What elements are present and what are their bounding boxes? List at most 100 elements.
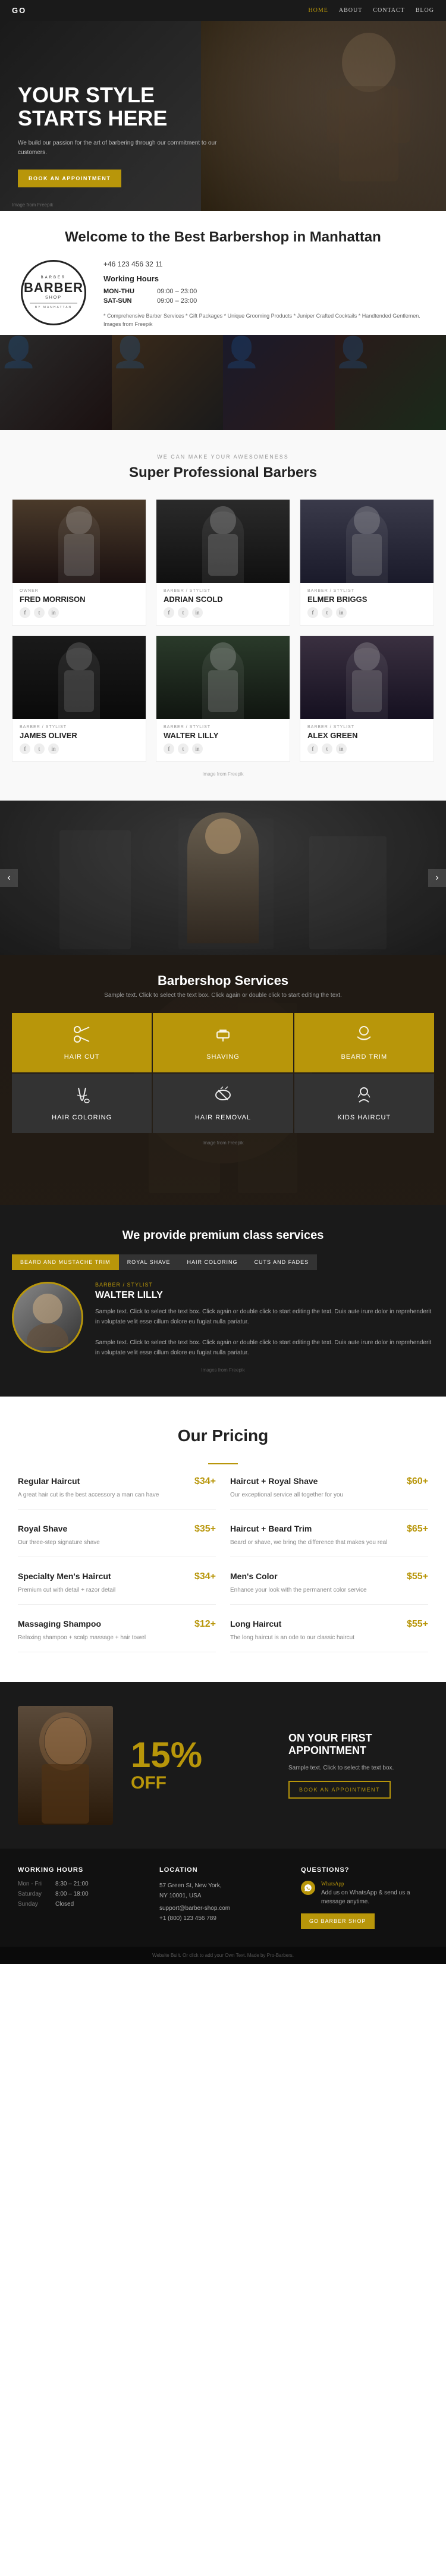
slider-prev-button[interactable]: ‹	[0, 869, 18, 887]
pricing-item-desc-6: Relaxing shampoo + scalp massage + hair …	[18, 1633, 216, 1642]
footer-contact-block: WhatsApp Add us on WhatsApp & send us a …	[301, 1881, 428, 1906]
nav-about[interactable]: About	[339, 7, 362, 14]
premium-tab-3[interactable]: CUTS AND FADES	[246, 1254, 318, 1270]
barber-info-2: BARBER / STYLIST ELMER BRIGGS f t in	[300, 583, 434, 625]
promo-cta-button[interactable]: BOOK AN APPOINTMENT	[288, 1781, 391, 1799]
gallery-item-2: 👤	[112, 335, 224, 430]
pricing-section: Our Pricing Regular Haircut $34+ A great…	[0, 1397, 446, 1682]
slider-person-image	[187, 812, 259, 943]
pricing-item-price-7: $55+	[407, 1619, 428, 1630]
footer-bottom-text: Website Built. Or click to add your Own …	[152, 1953, 294, 1958]
twitter-icon-1[interactable]: t	[178, 607, 189, 618]
facebook-icon-5[interactable]: f	[307, 743, 318, 754]
services-image-credit: Image from Freepik	[12, 1140, 434, 1146]
facebook-icon-4[interactable]: f	[164, 743, 174, 754]
premium-avatar	[12, 1282, 83, 1353]
barber-name-5: ALEX GREEN	[307, 731, 426, 740]
footer-bottom: Website Built. Or click to add your Own …	[0, 1947, 446, 1964]
nav-contact[interactable]: Contact	[373, 7, 404, 14]
slider-next-button[interactable]: ›	[428, 869, 446, 887]
footer-hours-time-0: 8:30 – 21:00	[55, 1881, 89, 1887]
instagram-icon-0[interactable]: in	[48, 607, 59, 618]
pricing-item-price-6: $12+	[194, 1619, 216, 1630]
logo-main-text: BARBER	[24, 280, 83, 296]
service-card-3[interactable]: Hair Coloring	[12, 1074, 152, 1133]
slider-content	[187, 801, 259, 955]
gallery-person-2: 👤	[112, 335, 224, 370]
service-name-5: Kids Haircut	[338, 1114, 391, 1121]
footer-questions-text: WhatsApp Add us on WhatsApp & send us a …	[321, 1881, 428, 1906]
barber-socials-5: f t in	[307, 743, 426, 754]
pricing-grid: Regular Haircut $34+ A great hair cut is…	[18, 1476, 428, 1652]
service-card-2[interactable]: Beard Trim	[294, 1013, 434, 1072]
nav-blog[interactable]: Blog	[416, 7, 434, 14]
barbers-image-credit: Image from Freepik	[12, 771, 434, 777]
barbershop-services-desc: Sample text. Click to select the text bo…	[12, 992, 434, 999]
barber-logo: BARBER BARBER SHOP BY MANHATTAN	[18, 260, 89, 325]
premium-tab-0[interactable]: BEARD AND MUSTACHE TRIM	[12, 1254, 119, 1270]
twitter-icon-2[interactable]: t	[322, 607, 332, 618]
promo-man-image	[18, 1706, 113, 1825]
premium-person-role: BARBER / STYLIST	[95, 1282, 434, 1288]
premium-tab-1[interactable]: ROYAL SHAVE	[119, 1254, 179, 1270]
promo-description: Sample text. Click to select the text bo…	[288, 1764, 428, 1772]
facebook-icon-1[interactable]: f	[164, 607, 174, 618]
pricing-item-header-5: Men's Color $55+	[230, 1571, 428, 1582]
working-hours-title: Working Hours	[103, 274, 428, 283]
barber-name-1: ADRIAN SCOLD	[164, 595, 282, 604]
service-name-2: Beard Trim	[341, 1053, 388, 1060]
pricing-item-7: Long Haircut $55+ The long haircut is an…	[230, 1619, 428, 1652]
gallery-person-3: 👤	[223, 335, 335, 370]
footer-hours-day-1: Saturday	[18, 1891, 51, 1897]
instagram-icon-5[interactable]: in	[336, 743, 347, 754]
instagram-icon-1[interactable]: in	[192, 607, 203, 618]
pricing-item-header-0: Regular Haircut $34+	[18, 1476, 216, 1487]
service-card-5[interactable]: Kids Haircut	[294, 1074, 434, 1133]
welcome-phone: +46 123 456 32 11	[103, 260, 428, 268]
removal-icon	[213, 1085, 233, 1109]
promo-percent: 15%	[131, 1737, 271, 1773]
pricing-item-name-4: Specialty Men's Haircut	[18, 1571, 111, 1581]
twitter-icon-5[interactable]: t	[322, 743, 332, 754]
logo-city-text: BY MANHATTAN	[24, 306, 83, 309]
twitter-icon-0[interactable]: t	[34, 607, 45, 618]
pricing-item-5: Men's Color $55+ Enhance your look with …	[230, 1571, 428, 1605]
hero-title: YOUR STYLE STARTS HERE	[18, 83, 228, 130]
instagram-icon-4[interactable]: in	[192, 743, 203, 754]
barber-card-5: BARBER / STYLIST ALEX GREEN f t in	[300, 635, 434, 762]
twitter-icon-3[interactable]: t	[34, 743, 45, 754]
coloring-icon	[73, 1085, 92, 1109]
hero-cta-button[interactable]: BOOK AN APPOINTMENT	[18, 170, 121, 187]
facebook-icon-0[interactable]: f	[20, 607, 30, 618]
welcome-right: +46 123 456 32 11 Working Hours MON-THU …	[103, 260, 428, 329]
barber-name-4: WALTER LILLY	[164, 731, 282, 740]
pricing-item-desc-4: Premium cut with detail + razor detail	[18, 1586, 216, 1595]
service-card-0[interactable]: Hair Cut	[12, 1013, 152, 1072]
navigation: GO Home About Contact Blog	[0, 0, 446, 21]
twitter-icon-4[interactable]: t	[178, 743, 189, 754]
gallery-person-4: 👤	[335, 335, 446, 370]
premium-tab-2[interactable]: HAIR COLORING	[179, 1254, 246, 1270]
footer-hours-row-2: Sunday Closed	[18, 1901, 145, 1907]
facebook-icon-2[interactable]: f	[307, 607, 318, 618]
service-card-1[interactable]: Shaving	[153, 1013, 293, 1072]
barber-role-3: BARBER / STYLIST	[20, 725, 139, 729]
service-card-4[interactable]: Hair Removal	[153, 1074, 293, 1133]
footer-cta-button[interactable]: GO BARBER SHOP	[301, 1913, 375, 1929]
barber-socials-3: f t in	[20, 743, 139, 754]
premium-body-1: Sample text. Click to select the text bo…	[95, 1307, 434, 1327]
pricing-divider	[208, 1463, 238, 1464]
nav-home[interactable]: Home	[308, 7, 328, 14]
instagram-icon-2[interactable]: in	[336, 607, 347, 618]
barber-socials-4: f t in	[164, 743, 282, 754]
pricing-item-price-1: $60+	[407, 1476, 428, 1487]
gallery-strip: 👤 👤 👤 👤	[0, 335, 446, 430]
promo-tagline: ON YOUR FIRST APPOINTMENT	[288, 1732, 428, 1758]
premium-content: BARBER / STYLIST WALTER LILLY Sample tex…	[12, 1282, 434, 1358]
footer-hours-time-1: 8:00 – 18:00	[55, 1891, 89, 1897]
logo-circle: BARBER BARBER SHOP BY MANHATTAN	[21, 260, 86, 325]
barber-card-3: BARBER / STYLIST JAMES OLIVER f t in	[12, 635, 146, 762]
facebook-icon-3[interactable]: f	[20, 743, 30, 754]
instagram-icon-3[interactable]: in	[48, 743, 59, 754]
slider-person-head	[205, 818, 241, 854]
